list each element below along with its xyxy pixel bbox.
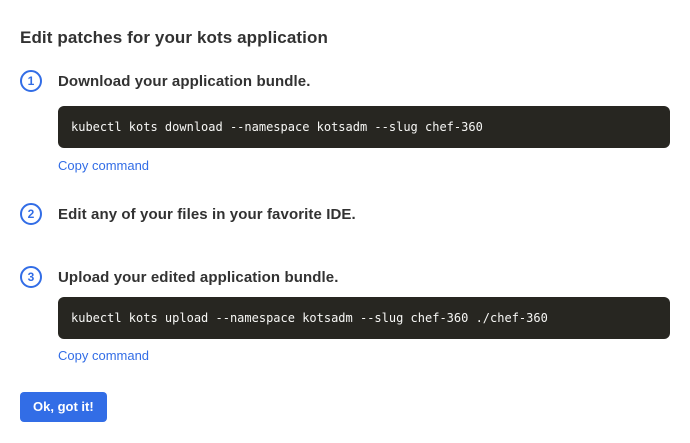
step-3-heading: Upload your edited application bundle. — [58, 269, 338, 286]
step-1-badge: 1 — [20, 70, 42, 92]
step-2-row: 2 Edit any of your files in your favorit… — [20, 203, 356, 225]
ok-got-it-button[interactable]: Ok, got it! — [20, 392, 107, 422]
copy-download-command-link[interactable]: Copy command — [58, 158, 149, 173]
copy-upload-command-link[interactable]: Copy command — [58, 348, 149, 363]
step-3-badge: 3 — [20, 266, 42, 288]
page-title: Edit patches for your kots application — [20, 28, 328, 48]
step-3-row: 3 Upload your edited application bundle. — [20, 266, 338, 288]
step-2-heading: Edit any of your files in your favorite … — [58, 206, 356, 223]
upload-command-snippet: kubectl kots upload --namespace kotsadm … — [58, 297, 670, 339]
download-command-text: kubectl kots download --namespace kotsad… — [71, 120, 483, 134]
step-2-badge: 2 — [20, 203, 42, 225]
upload-command-text: kubectl kots upload --namespace kotsadm … — [71, 311, 548, 325]
step-1-row: 1 Download your application bundle. — [20, 70, 310, 92]
step-1-heading: Download your application bundle. — [58, 73, 310, 90]
edit-patches-modal: Edit patches for your kots application 1… — [0, 0, 690, 443]
download-command-snippet: kubectl kots download --namespace kotsad… — [58, 106, 670, 148]
